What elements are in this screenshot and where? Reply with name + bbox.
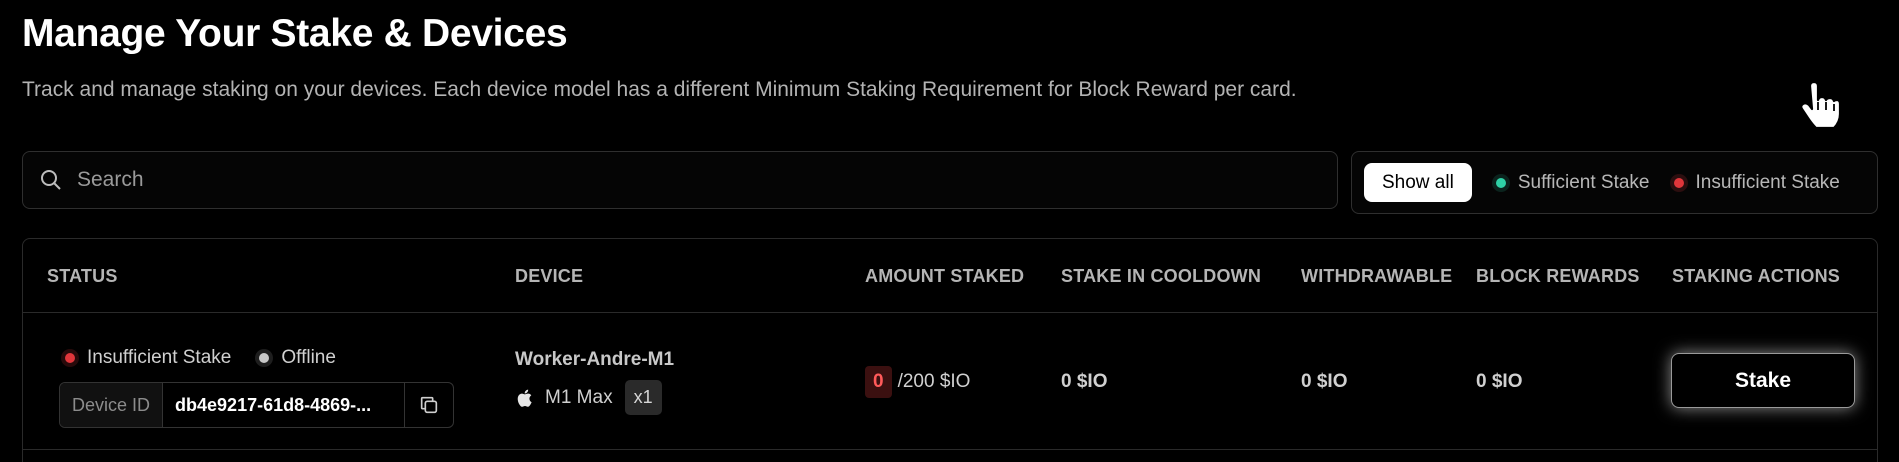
stake-in-cooldown-value: 0 $IO [1061,371,1108,392]
device-model: M1 Max x1 [515,380,662,415]
col-amount-staked[interactable]: AMOUNT STAKED [865,266,1024,287]
green-dot-icon [1495,177,1506,188]
device-model-label: M1 Max [545,386,613,408]
device-id-field: Device ID db4e9217-61d8-4869-... [59,382,454,428]
device-name: Worker-Andre-M1 [515,349,675,370]
col-status[interactable]: STATUS [47,266,118,287]
amount-staked-required: /200 $IO [897,371,971,392]
copy-icon [420,396,438,414]
red-dot-icon [65,353,75,363]
red-dot-icon [1673,177,1684,188]
status-cell: Insufficient Stake Offline [65,347,336,369]
apple-icon [517,389,532,407]
col-block-rewards[interactable]: BLOCK REWARDS [1476,266,1640,287]
page-subtitle: Track and manage staking on your devices… [22,78,1297,101]
show-all-button[interactable]: Show all [1364,163,1472,202]
copy-button[interactable] [405,383,453,427]
search-icon [39,168,63,192]
device-id-label: Device ID [60,383,164,427]
table-header: STATUS DEVICE AMOUNT STAKED STAKE IN COO… [23,239,1877,313]
col-device[interactable]: DEVICE [515,266,583,287]
filter-insufficient-stake[interactable]: Insufficient Stake [1673,171,1840,194]
col-stake-in-cooldown[interactable]: STAKE IN COOLDOWN [1061,266,1261,287]
status-filter: Show all Sufficient Stake Insufficient S… [1351,151,1878,214]
amount-staked-current: 0 [865,366,892,398]
col-withdrawable[interactable]: WITHDRAWABLE [1301,266,1452,287]
gray-dot-icon [259,353,270,363]
online-status-label: Offline [281,347,336,368]
device-count-badge: x1 [624,380,662,415]
block-rewards-value: 0 $IO [1476,371,1523,392]
stake-status-label: Insufficient Stake [87,347,232,368]
filter-sufficient-label: Sufficient Stake [1517,171,1650,193]
devices-table: STATUS DEVICE AMOUNT STAKED STAKE IN COO… [22,238,1878,462]
col-staking-actions: STAKING ACTIONS [1672,266,1840,286]
table-row: Insufficient Stake Offline Device ID db4… [23,313,1877,450]
amount-staked-cell: 0 /200 $IO [865,366,970,398]
hand-cursor-icon [1800,80,1840,130]
filter-sufficient-stake[interactable]: Sufficient Stake [1495,171,1650,194]
search-bar[interactable] [22,151,1338,209]
filter-insufficient-label: Insufficient Stake [1695,171,1840,193]
page-title: Manage Your Stake & Devices [22,12,568,55]
device-id-value: db4e9217-61d8-4869-... [163,383,405,427]
stake-button[interactable]: Stake [1671,353,1855,408]
withdrawable-value: 0 $IO [1301,371,1348,392]
search-input[interactable] [77,168,1277,192]
